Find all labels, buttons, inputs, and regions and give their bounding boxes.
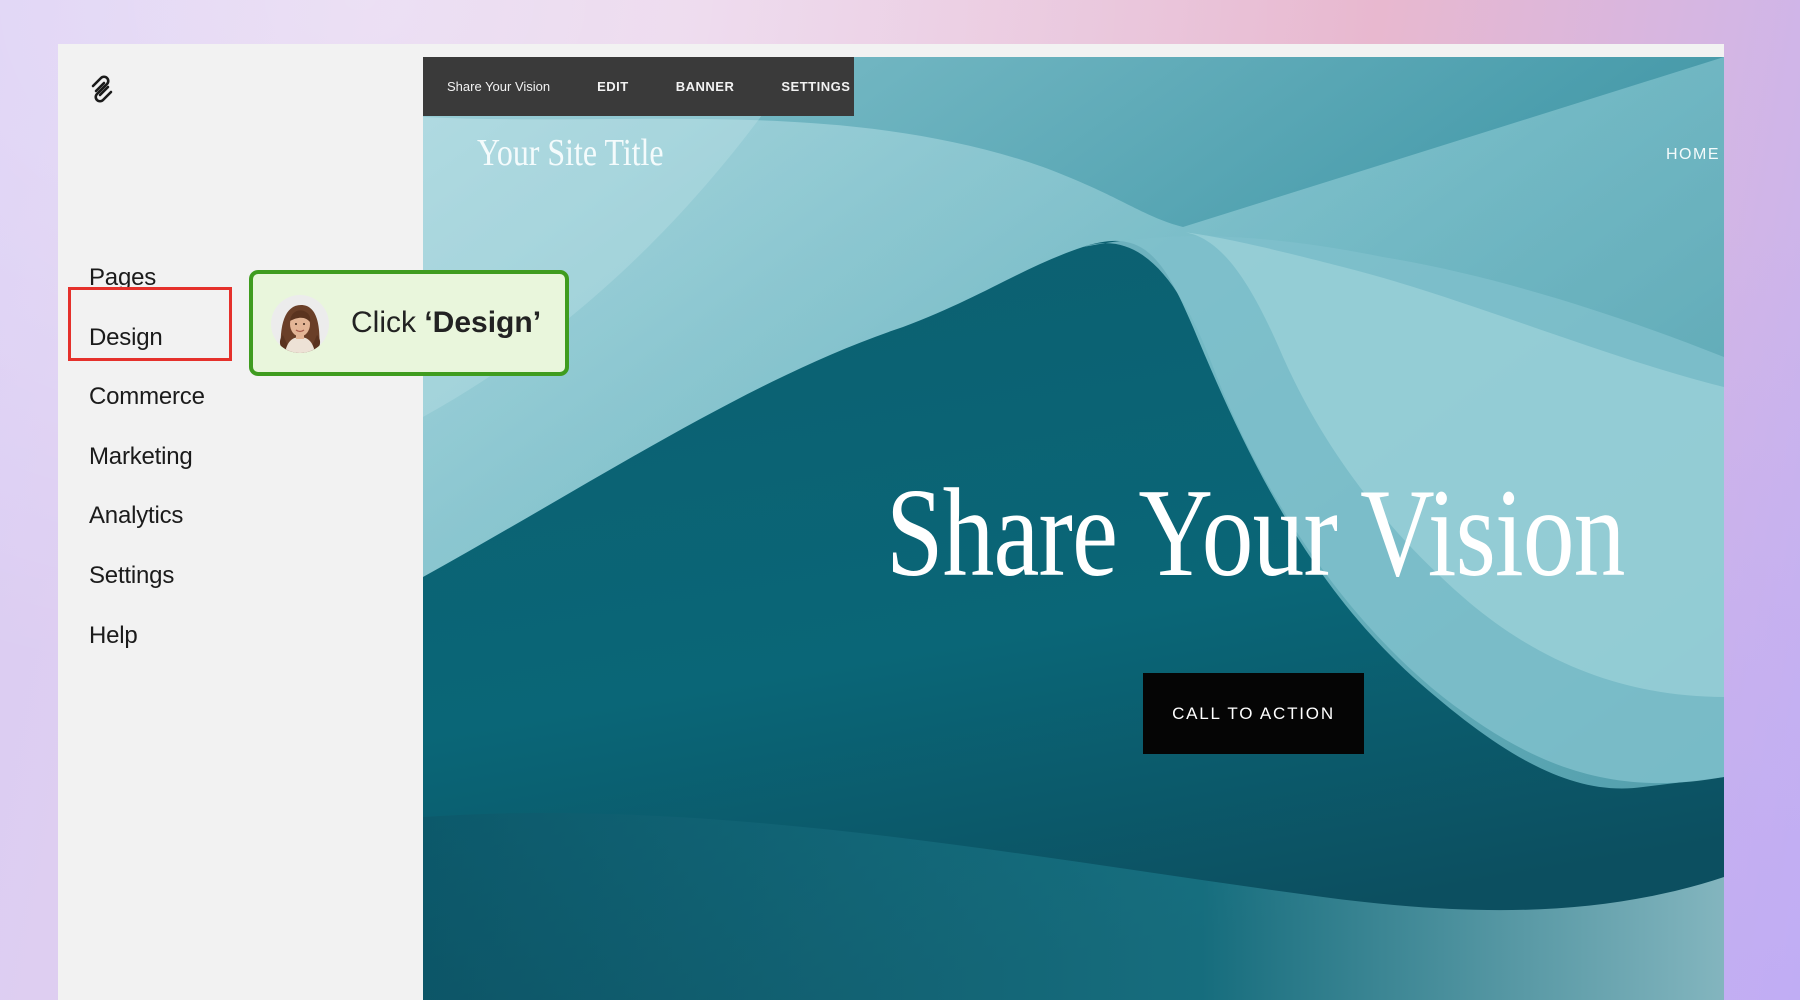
site-title[interactable]: Your Site Title bbox=[477, 131, 664, 175]
hero-heading: Share Your Vision bbox=[886, 464, 1625, 603]
sidebar: Pages Design Commerce Marketing Analytic… bbox=[58, 44, 423, 1000]
guide-tooltip: Click ‘Design’ bbox=[249, 270, 569, 376]
design-highlight-box bbox=[68, 287, 232, 361]
sidebar-item-marketing[interactable]: Marketing bbox=[89, 427, 205, 487]
sidebar-item-settings[interactable]: Settings bbox=[89, 546, 205, 606]
site-preview[interactable]: Share Your Vision EDIT BANNER SETTINGS Y… bbox=[423, 57, 1724, 1000]
toolbar-settings-button[interactable]: SETTINGS bbox=[781, 79, 850, 94]
toolbar-banner-button[interactable]: BANNER bbox=[676, 79, 735, 94]
sidebar-item-help[interactable]: Help bbox=[89, 606, 205, 666]
tooltip-instruction: Click ‘Design’ bbox=[351, 274, 541, 372]
guide-avatar bbox=[271, 295, 329, 353]
tooltip-prefix: Click bbox=[351, 306, 416, 339]
tooltip-target: ‘Design’ bbox=[424, 306, 542, 339]
toolbar-page-title: Share Your Vision bbox=[447, 79, 551, 94]
preview-toolbar: Share Your Vision EDIT BANNER SETTINGS bbox=[423, 57, 854, 116]
sidebar-item-analytics[interactable]: Analytics bbox=[89, 486, 205, 546]
squarespace-logo-icon[interactable] bbox=[87, 74, 117, 104]
editor-window: Pages Design Commerce Marketing Analytic… bbox=[58, 44, 1724, 1000]
call-to-action-button[interactable]: CALL TO ACTION bbox=[1143, 673, 1364, 754]
nav-home-link[interactable]: HOME bbox=[1666, 146, 1720, 164]
toolbar-edit-button[interactable]: EDIT bbox=[597, 79, 629, 94]
sidebar-item-commerce[interactable]: Commerce bbox=[89, 367, 205, 427]
